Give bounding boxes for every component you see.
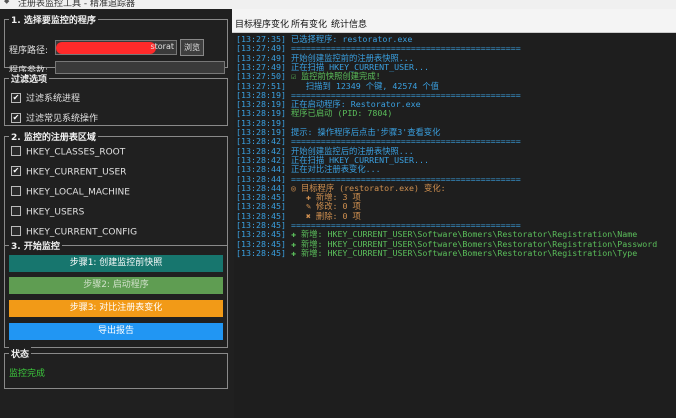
filter-options-group: 过滤选项 ✔ 过滤系统进程 ✔ 过滤常见系统操作 xyxy=(4,72,228,126)
hklm-checkbox[interactable]: HKEY_LOCAL_MACHINE xyxy=(11,186,130,198)
app-icon: ◆ xyxy=(4,0,10,5)
registry-areas-group: 2. 监控的注册表区域 HKEY_CLASSES_ROOT ✔ HKEY_CURR… xyxy=(4,130,228,246)
log-timestamp: [13:28:45] xyxy=(236,247,286,258)
step1-snapshot-button[interactable]: 步骤1: 创建监控前快照 xyxy=(9,255,223,272)
title-bar: ◆ 注册表监控工具 - 精准追踪器 xyxy=(0,0,676,9)
path-text: storat xyxy=(150,42,174,51)
log-console[interactable]: [13:27:35] 已选择程序: restorator.exe [13:27:4… xyxy=(234,33,676,418)
start-monitor-group: 3. 开始监控 步骤1: 创建监控前快照 步骤2: 启动程序 步骤3: 对比注册… xyxy=(4,239,228,348)
hku-checkbox[interactable]: HKEY_USERS xyxy=(11,206,84,218)
tab-target-changes[interactable]: 目标程序变化 xyxy=(235,17,289,30)
path-label: 程序路径: xyxy=(9,46,49,56)
control-panel: 1. 选择要监控的程序 程序路径: storat 浏览 程序参数: 过滤选项 ✔… xyxy=(0,9,232,418)
tab-all-changes[interactable]: 所有变化 xyxy=(291,17,327,30)
redaction-mark xyxy=(56,42,156,54)
group-title: 过滤选项 xyxy=(9,72,50,85)
log-message: ✚ 新增: HKEY_CURRENT_USER\Software\Bomers\… xyxy=(285,247,638,258)
checkbox-empty-icon xyxy=(11,186,21,196)
window-title: 注册表监控工具 - 精准追踪器 xyxy=(18,0,135,9)
checkbox-empty-icon xyxy=(11,146,21,156)
step2-launch-button[interactable]: 步骤2: 启动程序 xyxy=(9,277,223,294)
export-report-button[interactable]: 导出报告 xyxy=(9,323,223,340)
program-args-input[interactable] xyxy=(55,61,225,74)
status-group: 状态 监控完成 xyxy=(4,347,228,389)
tab-statistics[interactable]: 统计信息 xyxy=(331,17,367,30)
log-line: [13:28:45] ✚ 新增: HKEY_CURRENT_USER\Softw… xyxy=(236,247,638,258)
select-program-group: 1. 选择要监控的程序 程序路径: storat 浏览 程序参数: xyxy=(4,13,228,76)
filter-common-ops-checkbox[interactable]: ✔ 过滤常见系统操作 xyxy=(11,111,98,124)
log-message: 程序已启动 (PID: 7804) xyxy=(285,108,393,119)
tab-bar: 目标程序变化 所有变化 统计信息 xyxy=(232,9,676,33)
status-text: 监控完成 xyxy=(9,369,46,379)
hkcr-checkbox[interactable]: HKEY_CLASSES_ROOT xyxy=(11,146,125,158)
checkbox-checked-icon: ✔ xyxy=(11,112,21,123)
filter-system-process-checkbox[interactable]: ✔ 过滤系统进程 xyxy=(11,91,80,104)
group-title: 2. 监控的注册表区域 xyxy=(9,130,98,143)
group-title: 1. 选择要监控的程序 xyxy=(9,13,98,26)
group-title: 状态 xyxy=(9,347,32,360)
checkbox-checked-icon: ✔ xyxy=(11,166,21,176)
program-path-input[interactable]: storat xyxy=(55,40,177,55)
hkcc-checkbox[interactable]: HKEY_CURRENT_CONFIG xyxy=(11,226,137,238)
checkbox-checked-icon: ✔ xyxy=(11,92,21,103)
step3-compare-button[interactable]: 步骤3: 对比注册表变化 xyxy=(9,300,223,317)
hkcu-checkbox[interactable]: ✔ HKEY_CURRENT_USER xyxy=(11,166,126,178)
browse-button[interactable]: 浏览 xyxy=(180,39,204,56)
checkbox-empty-icon xyxy=(11,206,21,216)
checkbox-empty-icon xyxy=(11,226,21,236)
group-title: 3. 开始监控 xyxy=(9,239,62,252)
